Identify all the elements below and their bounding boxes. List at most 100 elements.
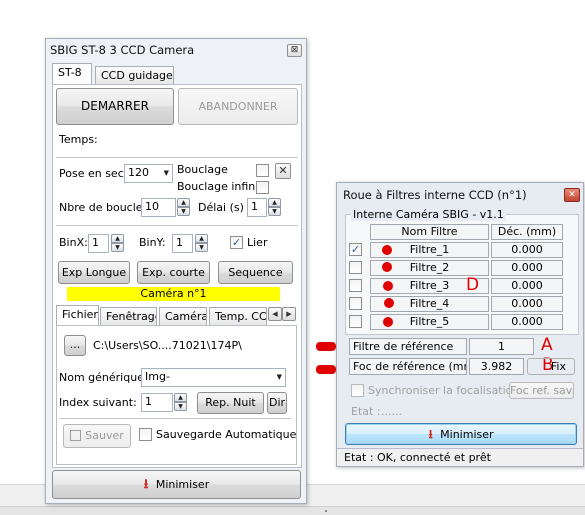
minimize-button[interactable]: ⭳ Minimiser <box>52 470 301 499</box>
exposure-label: Pose en sec. <box>59 167 128 180</box>
link-checkbox[interactable]: ✓ <box>230 236 243 249</box>
minimize-button[interactable]: ⭳ Minimiser <box>345 423 577 445</box>
loop-checkbox[interactable] <box>256 164 269 177</box>
filter-checkbox[interactable] <box>349 261 362 274</box>
up-arrow-icon[interactable]: ▲ <box>174 393 187 402</box>
filter-row[interactable]: Filtre_2 0.000 <box>349 260 565 276</box>
taskbar-dot <box>325 510 327 512</box>
delay-input[interactable]: 1 <box>247 198 267 217</box>
close-button[interactable]: ✕ <box>564 188 580 202</box>
filter-offset[interactable]: 0.000 <box>491 278 563 294</box>
filter-checkbox[interactable]: ✓ <box>349 243 362 256</box>
filter-row[interactable]: Filtre_5 0.000 <box>349 314 565 330</box>
ref-filter-value[interactable]: 1 <box>469 338 534 355</box>
short-exposure-button[interactable]: Exp. courte <box>137 261 210 284</box>
minimize-label: Minimiser <box>155 478 210 491</box>
ref-focus-label: Foc de référence (mm) <box>349 358 467 375</box>
status-text: Etat : OK, connecté et prêt <box>344 451 491 464</box>
download-arrow-icon: ⭳ <box>143 477 149 492</box>
loop-count-label: Nbre de boucles <box>59 201 149 214</box>
tab-camera[interactable]: Caméra <box>159 307 207 326</box>
sync-focus-checkbox[interactable] <box>351 384 364 397</box>
up-arrow-icon[interactable]: ▲ <box>195 234 208 243</box>
auto-save-checkbox[interactable] <box>139 428 152 441</box>
filter-row[interactable]: ✓ Filtre_1 0.000 <box>349 242 565 258</box>
biny-input[interactable]: 1 <box>172 234 193 253</box>
up-arrow-icon[interactable]: ▲ <box>268 198 281 207</box>
filter-checkbox[interactable] <box>349 315 362 328</box>
biny-label: BinY: <box>139 236 166 249</box>
binx-stepper[interactable]: ▲ ▼ <box>111 234 124 252</box>
exposure-select[interactable]: 120 ▼ <box>124 164 173 183</box>
filter-offset[interactable]: 0.000 <box>491 242 563 258</box>
filter-offset[interactable]: 0.000 <box>491 260 563 276</box>
filter-offset[interactable]: 0.000 <box>491 314 563 330</box>
up-arrow-icon[interactable]: ▲ <box>177 198 190 207</box>
download-arrow-icon: ⭳ <box>428 427 433 441</box>
loop-infinite-label: Bouclage infini <box>177 180 259 193</box>
up-arrow-icon[interactable]: ▲ <box>111 234 124 243</box>
close-button[interactable]: ⊠ <box>287 44 302 57</box>
group-label: Interne Caméra SBIG - v1.1 <box>351 208 506 221</box>
window-title: SBIG ST-8 3 CCD Camera <box>50 43 195 57</box>
tab-fenetrage[interactable]: Fenêtrage <box>100 307 157 326</box>
annotation-letter-a: A <box>541 335 553 355</box>
save-ref-focus-button[interactable]: Foc ref. sav. <box>509 382 574 399</box>
separator <box>59 418 291 419</box>
camera-banner: Caméra n°1 <box>67 287 280 301</box>
filter-offset[interactable]: 0.000 <box>491 296 563 312</box>
tab-scroll-right-icon[interactable]: ▶ <box>282 307 296 321</box>
down-arrow-icon[interactable]: ▼ <box>177 207 190 216</box>
generic-name-value: Img- <box>145 370 170 383</box>
tab-st8[interactable]: ST-8 <box>52 63 92 84</box>
filter-row[interactable]: Filtre_3 0.000 D <box>349 275 565 295</box>
biny-stepper[interactable]: ▲ ▼ <box>195 234 208 252</box>
clear-loop-button[interactable]: ✕ <box>275 163 291 179</box>
save-button[interactable]: Sauver <box>63 424 131 448</box>
next-index-label: Index suivant: <box>59 396 137 409</box>
generic-name-label: Nom générique: <box>59 371 148 384</box>
st8-panel: DEMARRER ABANDONNER Temps: Pose en sec. … <box>52 84 302 468</box>
ref-focus-value[interactable]: 3.982 <box>469 358 524 375</box>
loop-count-input[interactable]: 10 <box>141 198 176 217</box>
next-index-stepper[interactable]: ▲ ▼ <box>174 393 187 411</box>
status-bar: Etat : OK, connecté et prêt <box>337 448 583 466</box>
filter-checkbox[interactable] <box>349 297 362 310</box>
abort-button[interactable]: ABANDONNER <box>178 88 298 125</box>
save-label: Sauver <box>85 429 124 442</box>
binx-input[interactable]: 1 <box>88 234 109 253</box>
state-label: Etat : <box>351 405 381 418</box>
generic-name-select[interactable]: Img- ▼ <box>141 368 286 387</box>
tab-fichier[interactable]: Fichier <box>56 305 99 326</box>
tab-ccd-guidage[interactable]: CCD guidage <box>95 66 174 85</box>
loop-infinite-checkbox[interactable] <box>256 181 269 194</box>
browse-button[interactable]: ... <box>64 335 86 356</box>
annotation-dot <box>384 298 394 308</box>
annotation-letter-d: D <box>466 275 480 295</box>
tab-temp-ccd[interactable]: Temp. CCD <box>209 307 267 326</box>
delay-stepper[interactable]: ▲ ▼ <box>268 198 281 216</box>
column-header-offset: Déc. (mm) <box>491 224 563 240</box>
annotation-dot <box>382 262 392 272</box>
chevron-down-icon: ▼ <box>163 169 169 177</box>
loop-count-stepper[interactable]: ▲ ▼ <box>177 198 190 216</box>
binx-label: BinX: <box>59 236 88 249</box>
annotation-marker-a <box>316 342 336 351</box>
filter-wheel-window: Roue à Filtres interne CCD (n°1) ✕ Inter… <box>336 182 584 467</box>
dir-button[interactable]: Dir <box>267 392 287 414</box>
tab-scroll-left-icon[interactable]: ◀ <box>268 307 282 321</box>
fix-button[interactable]: Fix <box>527 358 575 375</box>
long-exposure-button[interactable]: Exp Longue <box>58 261 130 284</box>
filter-row[interactable]: Filtre_4 0.000 <box>349 296 565 312</box>
down-arrow-icon[interactable]: ▼ <box>174 402 187 411</box>
time-label: Temps: <box>59 133 98 146</box>
next-index-input[interactable]: 1 <box>141 393 173 412</box>
filter-checkbox[interactable] <box>349 279 362 292</box>
down-arrow-icon[interactable]: ▼ <box>111 243 124 252</box>
down-arrow-icon[interactable]: ▼ <box>195 243 208 252</box>
sequence-button[interactable]: Sequence <box>218 261 293 284</box>
night-rep-button[interactable]: Rep. Nuit <box>197 392 264 414</box>
down-arrow-icon[interactable]: ▼ <box>268 207 281 216</box>
sbig-camera-window: SBIG ST-8 3 CCD Camera ⊠ ST-8 CCD guidag… <box>45 38 307 504</box>
start-button[interactable]: DEMARRER <box>56 88 174 125</box>
